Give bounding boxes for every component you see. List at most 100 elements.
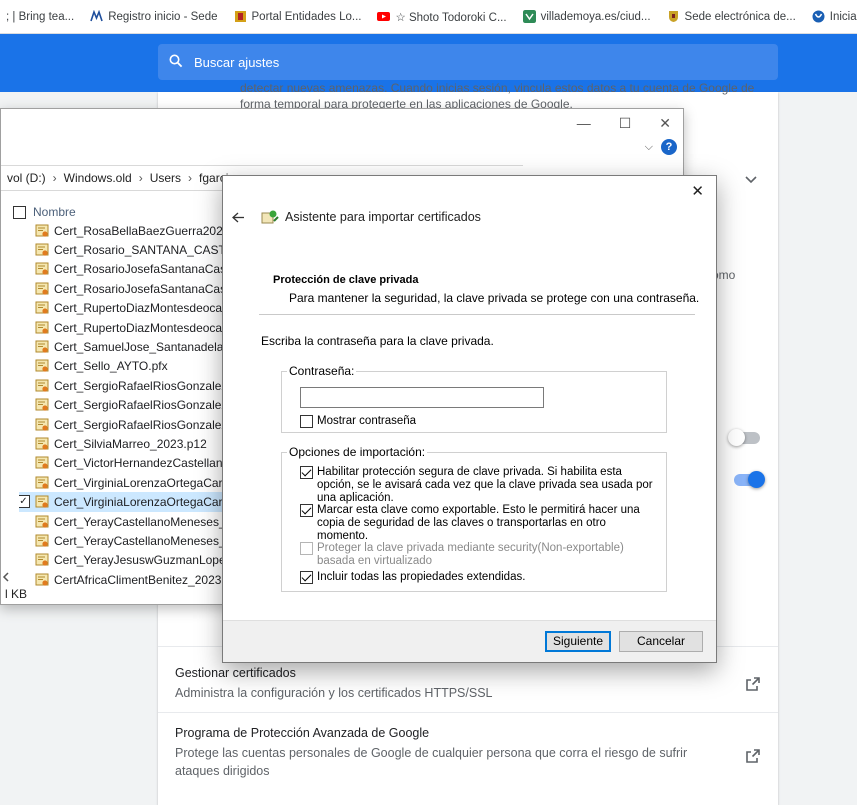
minimize-icon[interactable]: — xyxy=(577,115,591,132)
extended-properties-checkbox[interactable] xyxy=(300,571,313,584)
file-list-item[interactable]: Cert_RosarioJosefaSantanaCastellan xyxy=(19,260,227,279)
file-list-item[interactable]: Cert_YerayCastellanoMeneses_45757 xyxy=(19,512,227,531)
next-button[interactable]: Siguiente xyxy=(545,631,611,652)
file-list-item[interactable]: Cert_SergioRafaelRiosGonzalez_4284 xyxy=(19,415,227,434)
file-list-item[interactable]: Cert_YerayJesuswGuzmanLopez_457 xyxy=(19,551,227,570)
password-instruction: Escriba la contraseña para la clave priv… xyxy=(261,334,494,348)
bookmark-6[interactable]: Iniciar sesi xyxy=(812,10,857,23)
chevron-down-icon[interactable] xyxy=(745,172,757,187)
file-list-item[interactable]: Cert_VictorHernandezCastellano202 xyxy=(19,454,227,473)
show-password-option[interactable]: Mostrar contraseña xyxy=(300,415,416,428)
bookmark-5[interactable]: Sede electrónica de... xyxy=(667,10,796,23)
crest-icon xyxy=(668,11,678,22)
exportable-checkbox[interactable] xyxy=(300,504,313,517)
certificate-file-icon xyxy=(35,224,49,237)
file-name: Cert_Sello_AYTO.pfx xyxy=(54,359,168,374)
certificate-file-icon xyxy=(35,437,49,450)
external-link-icon[interactable] xyxy=(745,676,761,692)
file-list-item[interactable]: Cert_Rosario_SANTANA_CASTELLAN xyxy=(19,240,227,259)
certificate-import-wizard: ✕ Asistente para importar certificados P… xyxy=(222,175,717,663)
manage-certificates-title: Gestionar certificados xyxy=(175,666,296,680)
item-checkbox[interactable]: ✓ xyxy=(19,495,30,509)
select-all-checkbox[interactable] xyxy=(13,205,26,219)
file-list-item[interactable]: Cert_SilviaMarreo_2023.p12 xyxy=(19,434,227,453)
certificate-file-icon xyxy=(35,359,49,373)
row-divider xyxy=(158,712,778,713)
cancel-button[interactable]: Cancelar xyxy=(619,631,703,652)
portal-entidades-icon xyxy=(234,11,246,22)
bookmarks-bar: ; | Bring tea... Registro inicio - Sede … xyxy=(0,0,857,34)
file-name: Cert_RupertoDiazMontesdeoca_4271 xyxy=(54,301,227,316)
setting-toggle-on[interactable] xyxy=(734,471,765,488)
name-column-header[interactable]: Nombre xyxy=(13,205,76,219)
window-controls: — ☐ ✕ xyxy=(577,115,671,132)
horizontal-scrollbar[interactable] xyxy=(1,570,226,584)
ribbon-help: ⌵ ? xyxy=(645,139,677,155)
certificate-file-icon xyxy=(35,495,49,508)
file-list-item[interactable]: Cert_Sello_AYTO.pfx xyxy=(19,357,227,376)
option-virtualization-security: Proteger la clave privada mediante secur… xyxy=(300,542,655,568)
file-list-item[interactable]: Cert_RosaBellaBaezGuerra2024.p12 xyxy=(19,221,227,240)
file-list-item[interactable]: Cert_SergioRafaelRiosGonzalez_4284 xyxy=(19,396,227,415)
settings-search-box[interactable]: Buscar ajustes xyxy=(158,44,778,80)
external-link-icon[interactable] xyxy=(745,748,761,764)
bookmark-0[interactable]: ; | Bring tea... xyxy=(6,11,74,23)
file-list-item[interactable]: Cert_SergioRafaelRiosGonzalez_4284 xyxy=(19,376,227,395)
file-list-item[interactable]: Cert_RosarioJosefaSantanaCastellan xyxy=(19,279,227,298)
help-icon[interactable]: ? xyxy=(661,139,677,155)
file-name: Cert_Rosario_SANTANA_CASTELLAN xyxy=(54,243,227,258)
bookmark-2[interactable]: Portal Entidades Lo... xyxy=(234,10,361,23)
manage-certificates-row[interactable]: Gestionar certificados Administra la con… xyxy=(175,664,735,702)
section-title: Protección de clave privada xyxy=(273,274,419,286)
bookmark-4[interactable]: villademoya.es/ciud... xyxy=(522,10,651,23)
file-name: Cert_VirginiaLorenzaOrtegaCardenes xyxy=(54,495,227,510)
bookmark-1[interactable]: Registro inicio - Sede xyxy=(90,10,218,23)
strong-protection-checkbox[interactable] xyxy=(300,466,313,479)
close-icon[interactable]: ✕ xyxy=(659,115,671,132)
breadcrumb-item[interactable]: Windows.old xyxy=(64,171,132,185)
chevron-down-icon[interactable]: ⌵ xyxy=(645,141,653,154)
file-list: Cert_RosaBellaBaezGuerra2024.p12 Cert_Ros… xyxy=(19,221,227,589)
file-list-item[interactable]: Cert_YerayCastellanoMeneses_45757 xyxy=(19,531,227,550)
certificate-wizard-icon xyxy=(261,210,279,224)
sede-logo-icon xyxy=(90,10,103,22)
breadcrumb-item[interactable]: Users xyxy=(150,171,181,185)
chevron-right-icon: › xyxy=(52,171,57,185)
certificate-file-icon xyxy=(35,476,49,489)
section-subtitle: Para mantener la seguridad, la clave pri… xyxy=(289,291,700,305)
certificate-file-icon xyxy=(35,282,49,295)
file-list-item[interactable]: ✓ Cert_VirginiaLorenzaOrtegaCardenes xyxy=(19,492,227,512)
villademoya-icon xyxy=(522,10,536,23)
file-name: Cert_RosarioJosefaSantanaCastellan xyxy=(54,281,227,296)
maximize-icon[interactable]: ☐ xyxy=(619,115,632,132)
wizard-footer: Siguiente Cancelar xyxy=(223,620,716,662)
option-exportable[interactable]: Marcar esta clave como exportable. Esto … xyxy=(300,504,655,543)
back-arrow-icon[interactable] xyxy=(232,210,245,226)
option-strong-protection[interactable]: Habilitar protección segura de clave pri… xyxy=(300,466,655,505)
breadcrumb-item[interactable]: vol (D:) xyxy=(7,171,46,185)
certificate-file-icon xyxy=(35,262,49,276)
setting-toggle-off[interactable] xyxy=(728,429,760,446)
file-list-item[interactable]: Cert_RupertoDiazMontesdeoca_4271 xyxy=(19,318,227,337)
file-list-item[interactable]: Cert_SamuelJose_SantanadelaFe_Fis xyxy=(19,337,227,356)
file-name: Cert_VirginiaLorenzaOrtegaCardenes xyxy=(54,475,227,490)
advanced-protection-row[interactable]: Programa de Protección Avanzada de Googl… xyxy=(175,724,735,780)
file-list-item[interactable]: Cert_VirginiaLorenzaOrtegaCardenes xyxy=(19,473,227,492)
file-name: Cert_VictorHernandezCastellano202 xyxy=(54,456,227,471)
certificate-file-icon xyxy=(35,321,49,334)
show-password-checkbox[interactable] xyxy=(300,415,313,428)
import-options-label: Opciones de importación: xyxy=(287,445,428,459)
option-extended-properties[interactable]: Incluir todas las propiedades extendidas… xyxy=(300,571,655,584)
close-icon[interactable]: ✕ xyxy=(691,182,704,200)
wizard-title: Asistente para importar certificados xyxy=(261,209,481,225)
file-name: Cert_SergioRafaelRiosGonzalez_4284 xyxy=(54,417,227,432)
manage-certificates-subtitle: Administra la configuración y los certif… xyxy=(175,686,493,700)
certificate-file-icon xyxy=(35,534,49,547)
password-input[interactable] xyxy=(300,387,544,408)
chevron-right-icon: › xyxy=(188,171,193,185)
login-shield-icon xyxy=(812,10,825,23)
bookmark-3[interactable]: ☆ Shoto Todoroki C... xyxy=(377,10,507,24)
file-list-item[interactable]: Cert_RupertoDiazMontesdeoca_4271 xyxy=(19,299,227,318)
certificate-file-icon xyxy=(35,553,49,566)
file-name: Cert_YerayCastellanoMeneses_45757 xyxy=(54,533,227,548)
